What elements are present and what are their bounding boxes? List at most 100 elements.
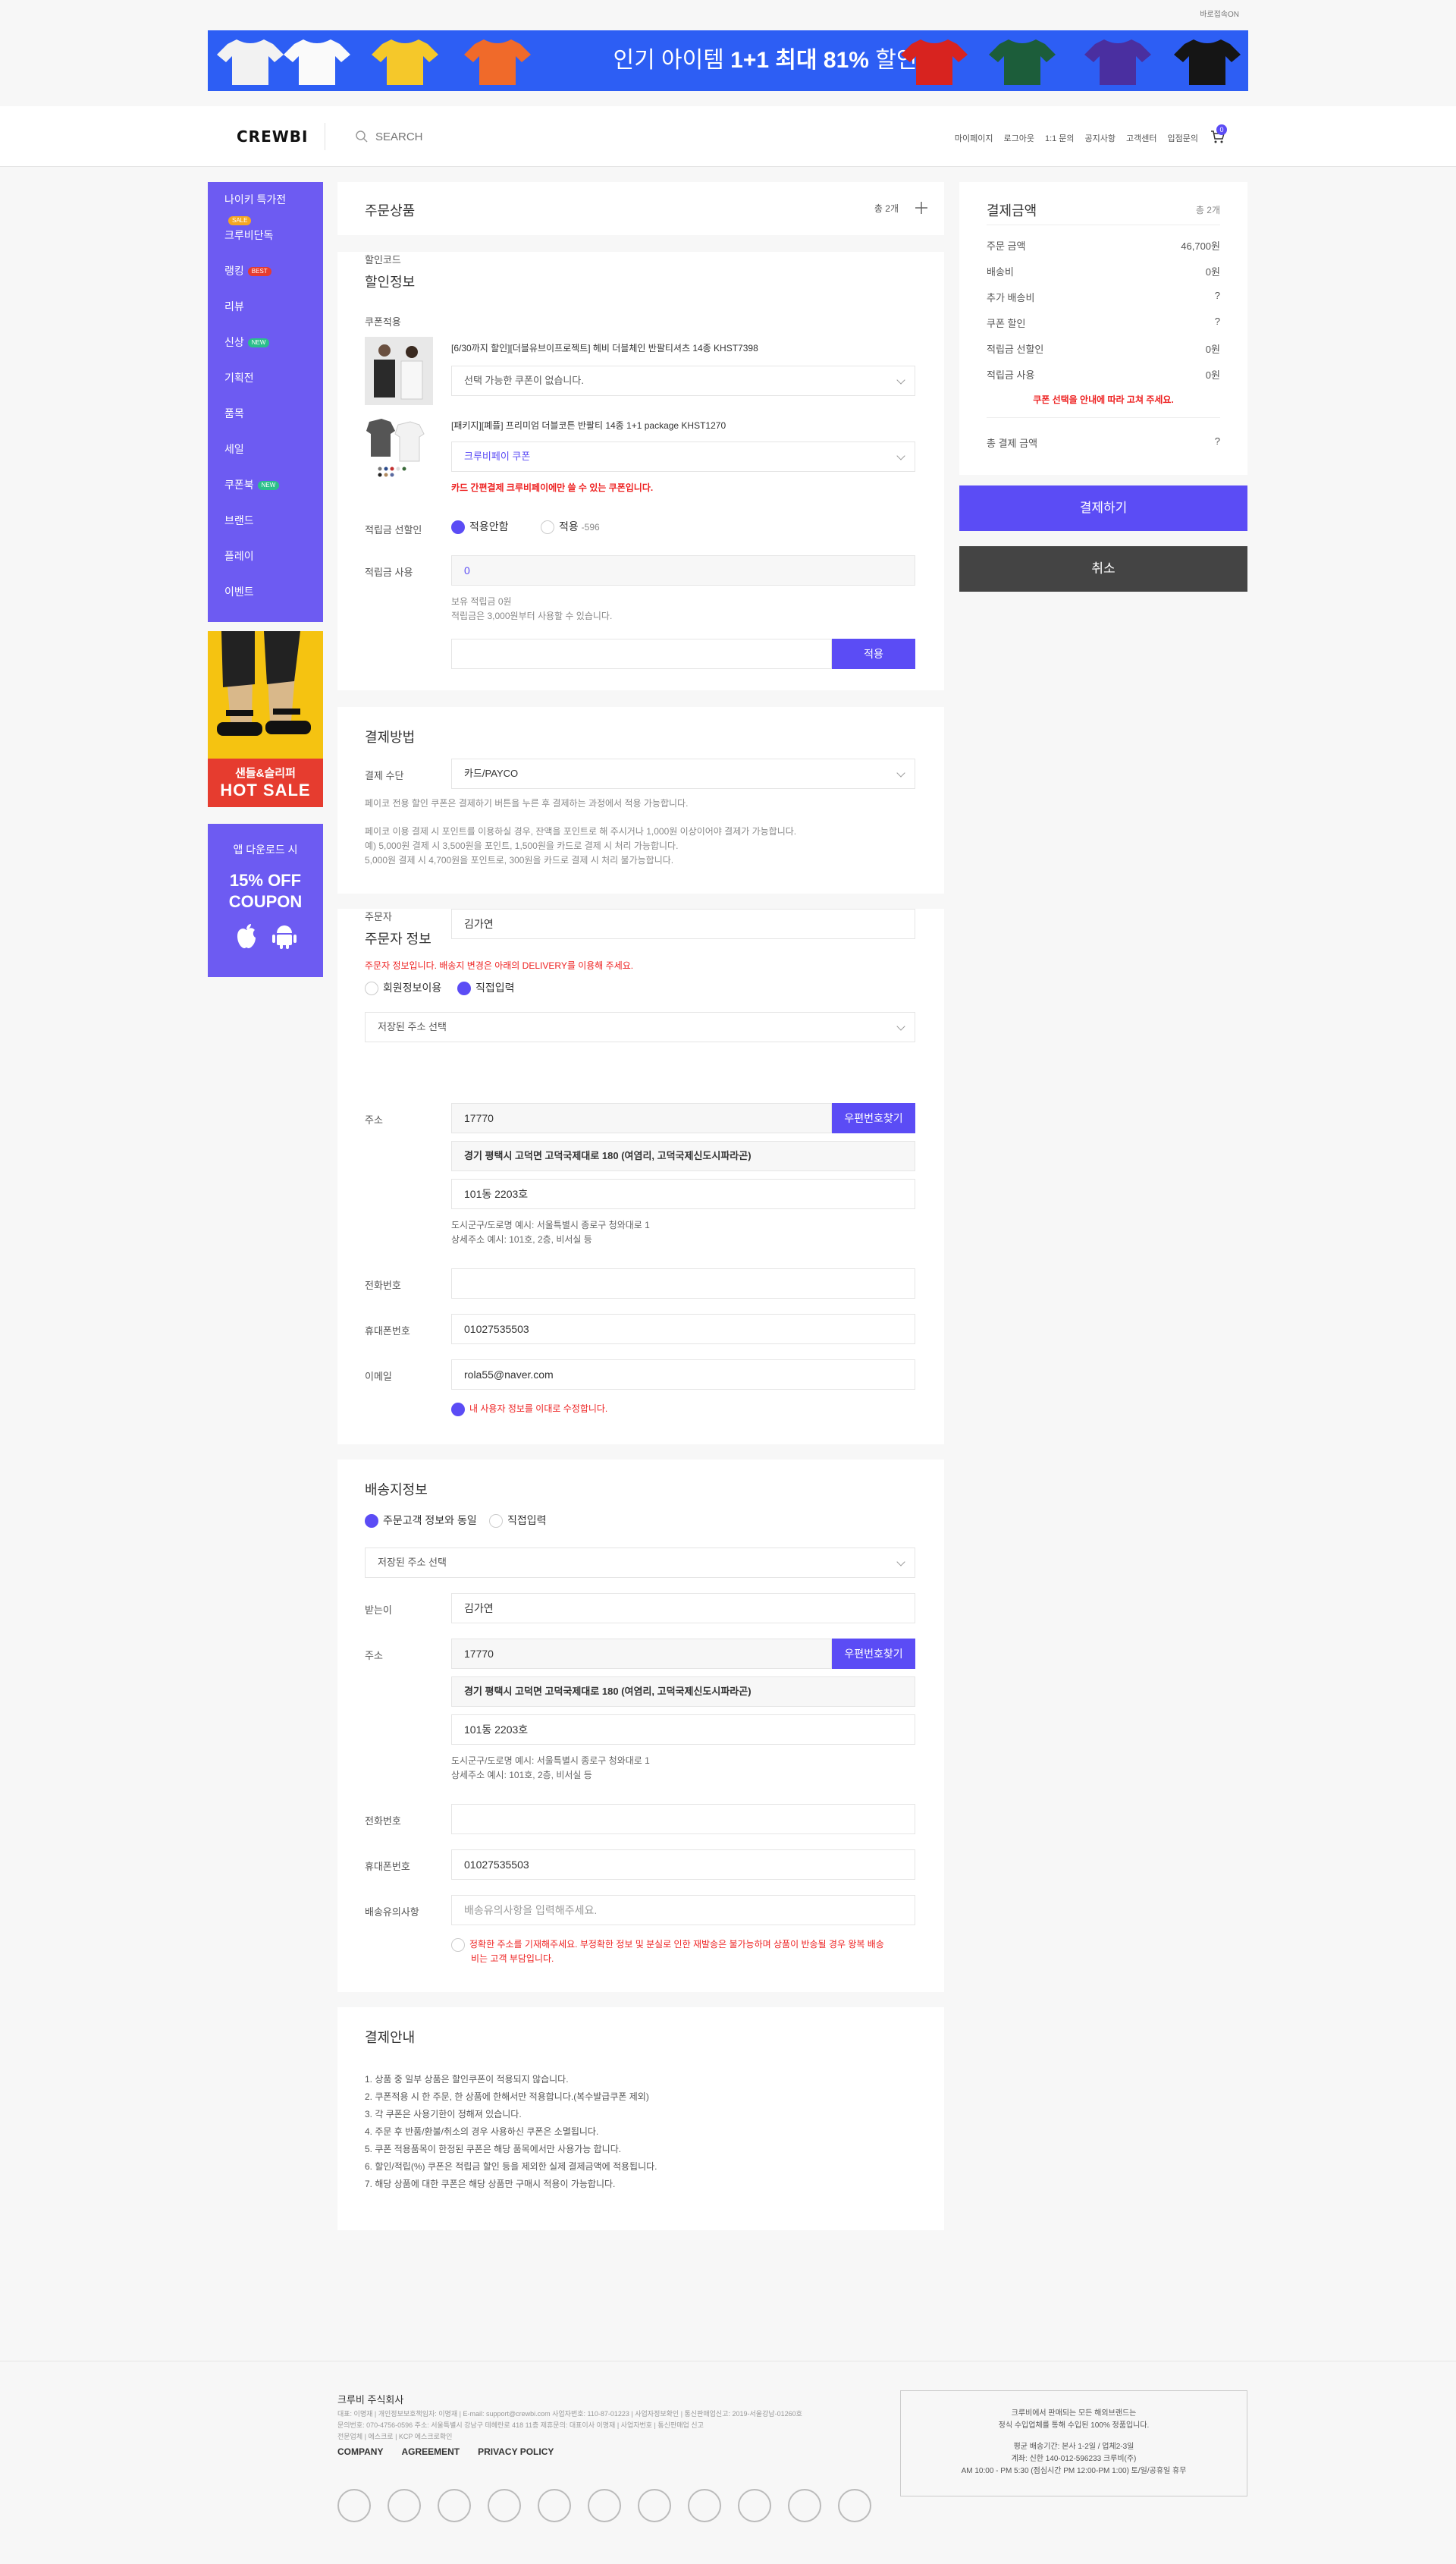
search-icon[interactable]	[355, 130, 369, 143]
product1-coupon-select[interactable]: 선택 가능한 쿠폰이 없습니다.	[451, 366, 915, 396]
sidebar-item-label: 플레이	[224, 550, 254, 562]
sidebar-item[interactable]: 크루비단독	[208, 225, 323, 261]
sidebar-item[interactable]: 브랜드	[208, 511, 323, 546]
product-thumbnail	[365, 414, 433, 482]
orderer-direct-radio[interactable]: 직접입력	[457, 980, 515, 996]
tshirt-icon	[464, 39, 531, 85]
order-products-panel[interactable]: 주문상품 총 2개	[337, 182, 944, 235]
shipping-agree-checkbox[interactable]: 정확한 주소를 기재해주세요. 부정확한 정보 및 분실로 인한 재발송은 불가…	[451, 1937, 915, 1966]
orderer-zip-button[interactable]: 우편번호찾기	[832, 1103, 915, 1133]
language-toggle[interactable]: 바로접속ON	[1200, 8, 1239, 19]
radio-unselected	[489, 1514, 503, 1529]
app-coupon-ad[interactable]: 앱 다운로드 시 15% OFF COUPON	[208, 824, 323, 977]
shipping-zipcode-input[interactable]: 17770	[451, 1639, 832, 1669]
sidebar-item[interactable]: 리뷰	[208, 297, 323, 332]
cert-logo-icon	[688, 2489, 721, 2522]
product2-coupon-select[interactable]: 크루비페이 쿠폰	[451, 441, 915, 472]
orderer-saved-address-select[interactable]: 저장된 주소 선택	[365, 1012, 915, 1042]
shipping-direct-radio[interactable]: 직접입력	[489, 1513, 547, 1529]
payment-method-select[interactable]: 카드/PAYCO	[451, 759, 915, 789]
site-header: CREWBI 마이페이지 로그아웃 1:1 문의 공지사항 고객센터 입점문의 …	[0, 106, 1456, 167]
payment-method-label: 결제 수단	[365, 770, 404, 781]
logo[interactable]: CREWBI	[237, 127, 309, 146]
product2-coupon-value: 크루비페이 쿠폰	[464, 451, 531, 462]
sidebar-item[interactable]: 나이키 특가전 SALE	[208, 190, 323, 226]
discount-code-input[interactable]	[451, 639, 832, 669]
sidebar-item[interactable]: 랭킹 BEST	[208, 261, 323, 297]
orderer-zipcode-input[interactable]: 17770	[451, 1103, 832, 1133]
nav-customer-center[interactable]: 고객센터	[1126, 132, 1156, 144]
shipping-name-input[interactable]: 김가연	[451, 1593, 915, 1623]
top-nav: 마이페이지 로그아웃 1:1 문의 공지사항 고객센터 입점문의	[955, 132, 1198, 144]
cert-logo-icon	[488, 2489, 521, 2522]
product2-name: [패키지][폐플] 프리미엄 더블코튼 반팔티 14종 1+1 package …	[451, 420, 726, 431]
summary-row-points-discount: 적립금 선할인 0원	[987, 341, 1220, 356]
sidebar-item[interactable]: 세일	[208, 439, 323, 475]
shipping-same-radio[interactable]: 주문고객 정보와 동일	[365, 1513, 477, 1529]
shipping-address-notes: 도시군구/도로명 예시: 서울특별시 종로구 청와대로 1 상세주소 예시: 10…	[451, 1754, 650, 1783]
nav-logout[interactable]: 로그아웃	[1003, 132, 1034, 144]
points-mode-on-amount: -596	[581, 522, 600, 533]
nav-inquiry[interactable]: 1:1 문의	[1045, 132, 1075, 144]
shipping-phone-label: 전화번호	[365, 1815, 401, 1827]
search-input[interactable]	[375, 127, 603, 146]
cert-logo-icon	[588, 2489, 621, 2522]
sidebar-item[interactable]: 기획전	[208, 368, 323, 404]
sidebar-item[interactable]: 신상 NEW	[208, 332, 323, 368]
apply-code-button[interactable]: 적용	[832, 639, 915, 669]
guide-line: 4. 주문 후 반품/환불/취소의 경우 사용하신 쿠폰은 소멸됩니다.	[365, 2126, 599, 2137]
footer-info-line2: 문의번호: 070-4756-0596 주소: 서울특별시 강남구 테헤란로 4…	[337, 2421, 704, 2429]
shipping-address-note2: 상세주소 예시: 101호, 2층, 비서실 등	[451, 1770, 592, 1780]
points-mode-on-radio[interactable]: 적용 -596	[541, 519, 600, 535]
apple-icon	[237, 924, 256, 948]
promo-banner[interactable]: 인기 아이템 1+1 최대 81% 할인	[208, 30, 1248, 91]
points-mode-off-label: 적용안함	[469, 520, 509, 533]
orderer-phone-input[interactable]	[451, 1268, 915, 1299]
summary-row-value: 0원	[1205, 369, 1220, 381]
sidebar-item[interactable]: 품목	[208, 404, 323, 439]
pay-button[interactable]: 결제하기	[959, 485, 1247, 531]
orderer-update-checkbox[interactable]: 내 사용자 정보를 이대로 수정합니다.	[451, 1402, 607, 1416]
footer-link-privacy[interactable]: PRIVACY POLICY	[478, 2446, 554, 2457]
shipping-panel: 배송지정보 주문고객 정보와 동일 직접입력 저장된 주소 선택 받는이 김가연…	[337, 1460, 944, 1992]
cancel-button[interactable]: 취소	[959, 546, 1247, 592]
discount-panel: 할인정보 쿠폰적용 [6/30까지 할인][더블유브이프로젝트] 헤비 더블체인…	[337, 252, 944, 690]
orderer-address1-input[interactable]: 경기 평택시 고덕면 고덕국제대로 180 (여염리, 고덕국제신도시파라곤)	[451, 1141, 915, 1171]
tshirt-icon	[901, 39, 968, 85]
shipping-saved-address-select[interactable]: 저장된 주소 선택	[365, 1548, 915, 1578]
discount-title: 할인정보	[365, 275, 416, 290]
orderer-name-input[interactable]: 김가연	[451, 909, 915, 939]
shipping-memo-input[interactable]: 배송유의사항을 입력해주세요.	[451, 1895, 915, 1925]
orderer-email-input[interactable]: rola55@naver.com	[451, 1359, 915, 1390]
guide-line: 2. 쿠폰적용 시 한 주문, 한 상품에 한해서만 적용합니다.(복수발급쿠폰…	[365, 2091, 649, 2102]
payment-title: 결제방법	[365, 730, 416, 745]
nav-mypage[interactable]: 마이페이지	[955, 132, 993, 144]
summary-row-coupon: 쿠폰 할인?	[987, 316, 1220, 330]
shipping-agree-line2: 비는 고객 부담입니다.	[471, 1953, 554, 1964]
shipping-address1-input[interactable]: 경기 평택시 고덕면 고덕국제대로 180 (여염리, 고덕국제신도시파라곤)	[451, 1676, 915, 1707]
shipping-address2-input[interactable]: 101동 2203호	[451, 1714, 915, 1745]
orderer-use-member-radio[interactable]: 회원정보이용	[365, 980, 441, 996]
shipping-opt1-label: 주문고객 정보와 동일	[383, 1514, 477, 1526]
nav-partnership[interactable]: 입점문의	[1168, 132, 1198, 144]
orderer-mobile-input[interactable]: 01027535503	[451, 1314, 915, 1344]
shipping-zip-button[interactable]: 우편번호찾기	[832, 1639, 915, 1669]
footer-link-company[interactable]: COMPANY	[337, 2446, 383, 2457]
points-use-input[interactable]: 0	[451, 555, 915, 586]
radio-unselected	[541, 520, 554, 535]
points-mode-label: 적립금 선할인	[365, 524, 422, 536]
coupon-ad-line3: COUPON	[228, 892, 303, 911]
sidebar-item[interactable]: 이벤트	[208, 582, 323, 617]
nav-notice[interactable]: 공지사항	[1085, 132, 1116, 144]
orderer-address2-input[interactable]: 101동 2203호	[451, 1179, 915, 1209]
sidebar-item[interactable]: 쿠폰북 NEW	[208, 475, 323, 511]
shipping-phone-input[interactable]	[451, 1804, 915, 1834]
points-mode-off-radio[interactable]: 적용안함	[451, 519, 509, 535]
expand-plus-icon[interactable]	[914, 200, 929, 215]
footer-link-agreement[interactable]: AGREEMENT	[401, 2446, 460, 2457]
guide-line: 1. 상품 중 일부 상품은 할인쿠폰이 적용되지 않습니다.	[365, 2074, 569, 2085]
chevron-down-icon	[896, 768, 905, 778]
sidebar-item[interactable]: 플레이	[208, 546, 323, 582]
sandal-sale-ad[interactable]: 샌들&슬리퍼 HOT SALE	[208, 631, 323, 807]
shipping-mobile-input[interactable]: 01027535503	[451, 1849, 915, 1880]
